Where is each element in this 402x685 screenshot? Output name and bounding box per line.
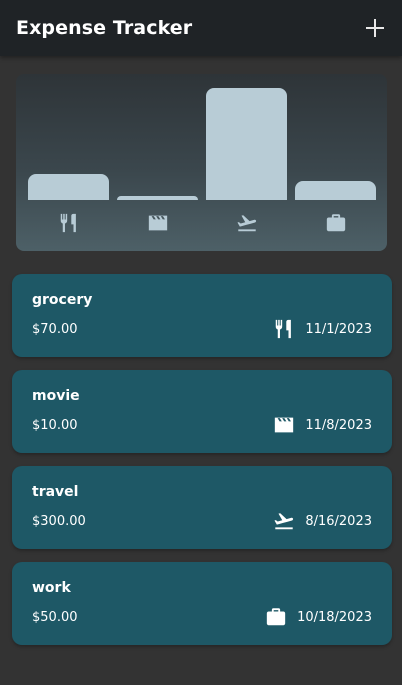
expense-meta: 11/8/2023 <box>273 414 372 436</box>
briefcase-icon <box>265 606 287 628</box>
expense-meta: 8/16/2023 <box>273 510 372 532</box>
flight-takeoff-icon <box>273 510 295 532</box>
app-title: Expense Tracker <box>16 17 193 39</box>
expense-card[interactable]: movie $10.00 11/8/2023 <box>12 370 392 453</box>
expense-amount: $300.00 <box>32 514 86 529</box>
movie-clapper-icon <box>273 414 295 436</box>
expense-title: grocery <box>32 292 93 308</box>
expense-meta: 10/18/2023 <box>265 606 372 628</box>
plus-icon[interactable] <box>366 19 384 37</box>
movie-clapper-icon <box>117 208 198 238</box>
expense-list: grocery $70.00 11/1/2023 movie $10.00 11/8/20… <box>12 274 392 658</box>
expense-date: 11/1/2023 <box>305 321 372 337</box>
expense-title: movie <box>32 388 80 404</box>
expense-title: travel <box>32 484 79 500</box>
fork-knife-icon <box>28 208 109 238</box>
expense-amount: $50.00 <box>32 610 78 625</box>
chart-bar-food <box>28 174 109 200</box>
chart-category-icons <box>28 208 376 238</box>
expense-meta: 11/1/2023 <box>273 318 372 340</box>
briefcase-icon <box>295 208 376 238</box>
expense-date: 11/8/2023 <box>305 417 372 433</box>
chart-bar-work <box>295 181 376 200</box>
flight-takeoff-icon <box>206 208 287 238</box>
expense-card[interactable]: grocery $70.00 11/1/2023 <box>12 274 392 357</box>
expense-card[interactable]: work $50.00 10/18/2023 <box>12 562 392 645</box>
expense-amount: $10.00 <box>32 418 78 433</box>
expense-card[interactable]: travel $300.00 8/16/2023 <box>12 466 392 549</box>
expense-chart <box>16 74 387 251</box>
chart-bar-leisure <box>117 196 198 200</box>
chart-bar-travel <box>206 88 287 200</box>
expense-date: 10/18/2023 <box>297 609 372 625</box>
fork-knife-icon <box>273 318 295 340</box>
app-bar: Expense Tracker <box>0 0 402 56</box>
chart-bars <box>28 74 376 200</box>
expense-title: work <box>32 580 71 596</box>
expense-date: 8/16/2023 <box>305 513 372 529</box>
expense-amount: $70.00 <box>32 322 78 337</box>
